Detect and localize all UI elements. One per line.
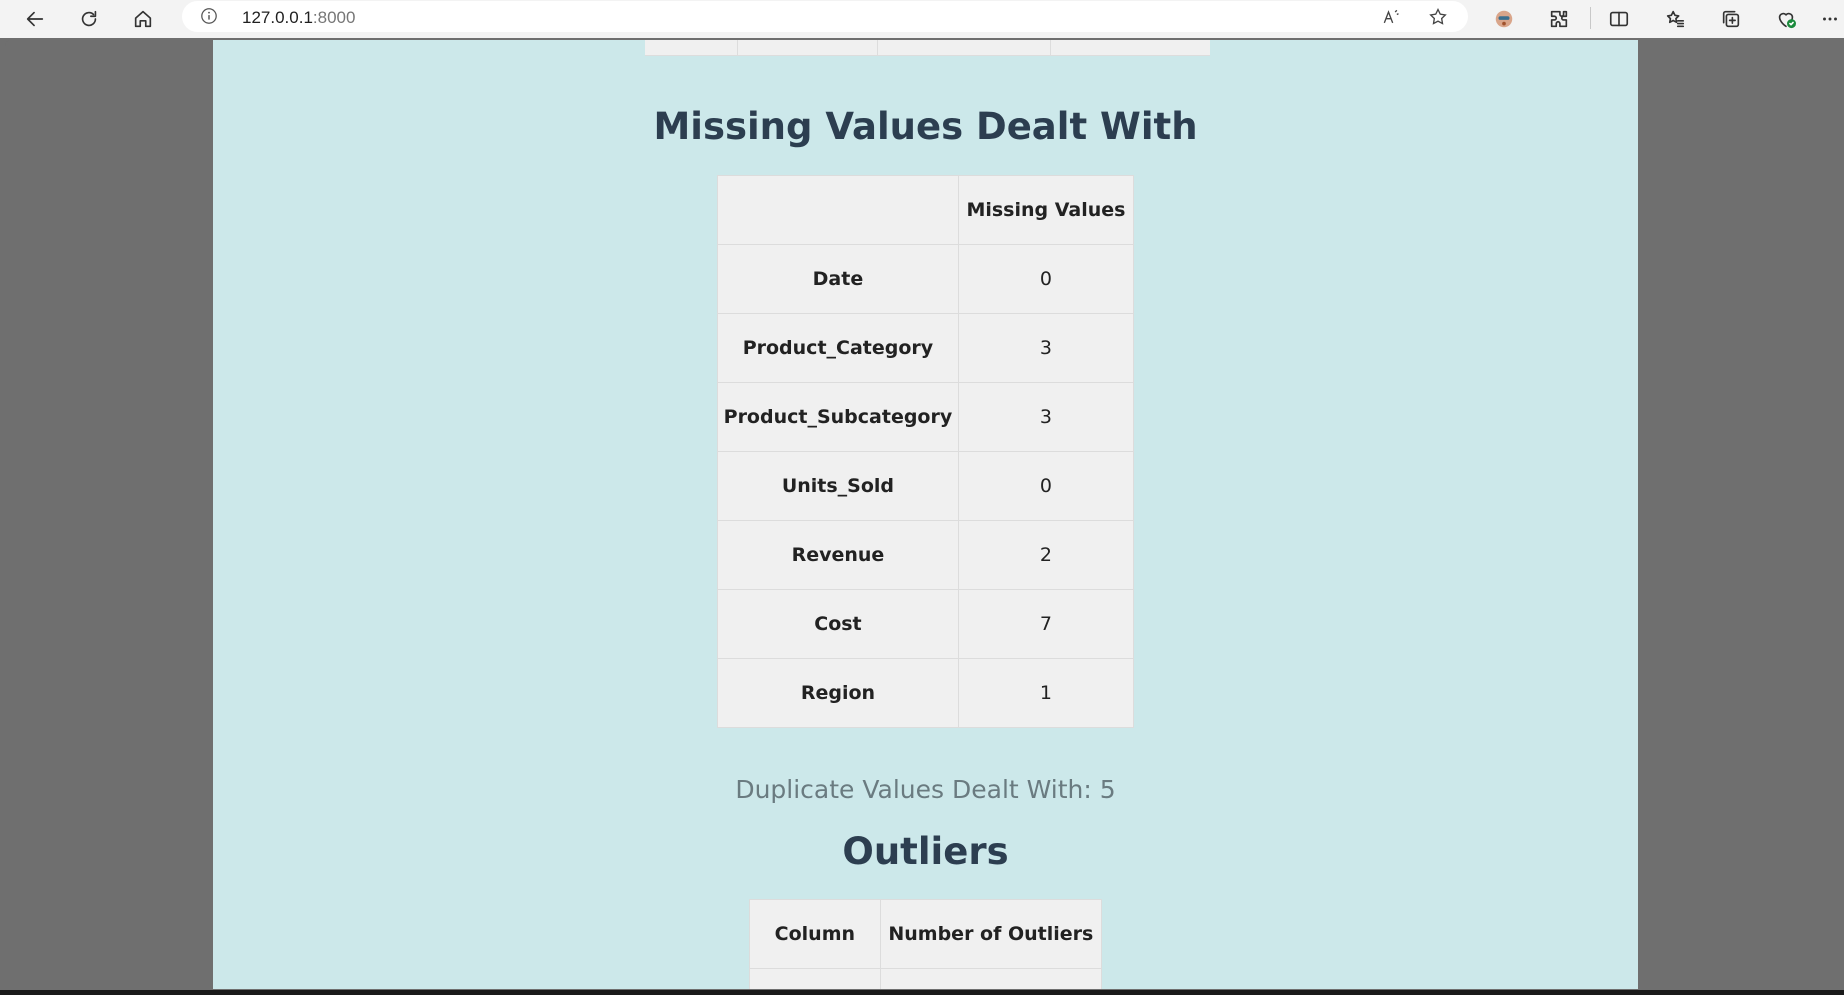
row-value: 7 [957, 589, 1135, 659]
address-bar[interactable]: 127.0.0.1:8000 [182, 1, 1468, 32]
table-row: Product_Category 3 [717, 313, 1135, 383]
row-label: Revenue [717, 520, 959, 590]
table-row: Product_Subcategory 3 [717, 382, 1135, 452]
collections-icon[interactable] [1716, 4, 1746, 34]
row-cell [879, 968, 1103, 989]
duplicate-values-text: Duplicate Values Dealt With: 5 [735, 775, 1116, 804]
header-blank [717, 175, 959, 245]
missing-values-title: Missing Values Dealt With [653, 105, 1198, 148]
table-row: Cost 7 [717, 589, 1135, 659]
url-host: 127.0.0.1 [242, 8, 313, 27]
row-value: 3 [957, 382, 1135, 452]
row-cell [749, 968, 881, 989]
outliers-table: Column Number of Outliers [749, 899, 1103, 989]
row-value: 3 [957, 313, 1135, 383]
home-icon[interactable] [128, 4, 158, 34]
more-menu-icon[interactable] [1818, 4, 1842, 34]
split-screen-icon[interactable] [1604, 4, 1634, 34]
toolbar-separator [1590, 7, 1591, 29]
table-header-row: Column Number of Outliers [749, 899, 1103, 969]
table-row: Revenue 2 [717, 520, 1135, 590]
row-label: Units_Sold [717, 451, 959, 521]
row-label: Region [717, 658, 959, 728]
table-row: Units_Sold 0 [717, 451, 1135, 521]
back-icon[interactable] [20, 4, 50, 34]
header-number-of-outliers: Number of Outliers [879, 899, 1103, 969]
row-label: Date [717, 244, 959, 314]
table-header-row: Missing Values [717, 175, 1135, 245]
row-value: 2 [957, 520, 1135, 590]
missing-values-table: Missing Values Date 0 Product_Category 3… [717, 175, 1135, 728]
row-label: Product_Subcategory [717, 382, 959, 452]
favorites-list-icon[interactable] [1660, 4, 1690, 34]
page-content: Missing Values Dealt With Missing Values… [213, 40, 1638, 989]
profile-avatar-icon[interactable] [1489, 4, 1519, 34]
extensions-icon[interactable] [1544, 4, 1574, 34]
header-missing-values: Missing Values [957, 175, 1135, 245]
outliers-title: Outliers [842, 830, 1009, 873]
row-label: Cost [717, 589, 959, 659]
site-info-icon[interactable] [200, 7, 218, 25]
row-value: 1 [957, 658, 1135, 728]
table-row [749, 968, 1103, 989]
row-label: Product_Category [717, 313, 959, 383]
header-column: Column [749, 899, 881, 969]
browser-essentials-icon[interactable] [1771, 4, 1801, 34]
favorite-star-icon[interactable] [1425, 5, 1451, 29]
page-viewport: Missing Values Dealt With Missing Values… [5, 40, 1844, 989]
url-text: 127.0.0.1:8000 [242, 8, 355, 28]
table-row: Date 0 [717, 244, 1135, 314]
taskbar-edge [0, 990, 1844, 995]
read-aloud-icon[interactable] [1378, 5, 1404, 29]
url-port: :8000 [312, 8, 356, 27]
previous-table-bottom-edge [645, 40, 1210, 56]
row-value: 0 [957, 451, 1135, 521]
refresh-icon[interactable] [74, 4, 104, 34]
row-value: 0 [957, 244, 1135, 314]
table-row: Region 1 [717, 658, 1135, 728]
browser-toolbar: 127.0.0.1:8000 [0, 0, 1844, 38]
